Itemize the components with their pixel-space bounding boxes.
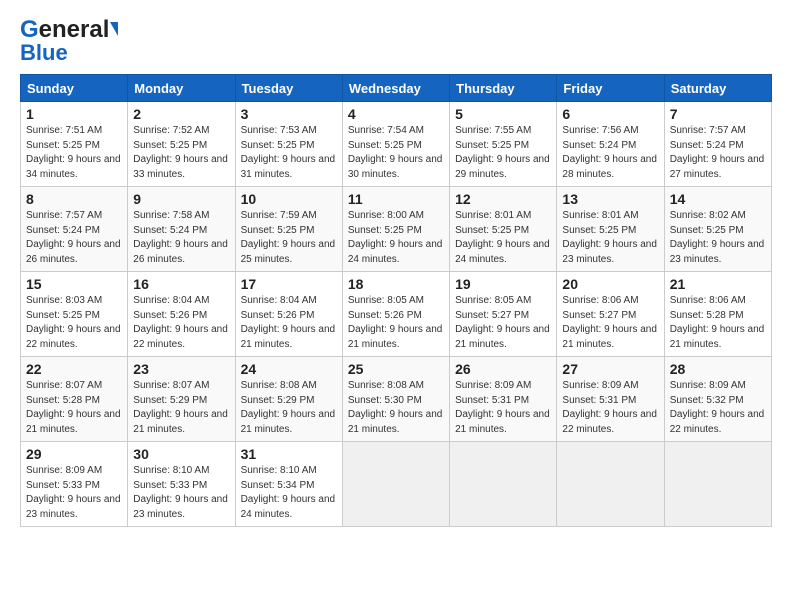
calendar-day: 30Sunrise: 8:10 AMSunset: 5:33 PMDayligh… bbox=[128, 442, 235, 527]
calendar-day: 4Sunrise: 7:54 AMSunset: 5:25 PMDaylight… bbox=[342, 102, 449, 187]
calendar-day bbox=[557, 442, 664, 527]
calendar-day: 17Sunrise: 8:04 AMSunset: 5:26 PMDayligh… bbox=[235, 272, 342, 357]
header-cell-sunday: Sunday bbox=[21, 75, 128, 102]
calendar-day: 25Sunrise: 8:08 AMSunset: 5:30 PMDayligh… bbox=[342, 357, 449, 442]
calendar-day: 1Sunrise: 7:51 AMSunset: 5:25 PMDaylight… bbox=[21, 102, 128, 187]
calendar-day: 7Sunrise: 7:57 AMSunset: 5:24 PMDaylight… bbox=[664, 102, 771, 187]
header-cell-saturday: Saturday bbox=[664, 75, 771, 102]
calendar-day: 14Sunrise: 8:02 AMSunset: 5:25 PMDayligh… bbox=[664, 187, 771, 272]
calendar-day: 18Sunrise: 8:05 AMSunset: 5:26 PMDayligh… bbox=[342, 272, 449, 357]
calendar-day: 29Sunrise: 8:09 AMSunset: 5:33 PMDayligh… bbox=[21, 442, 128, 527]
calendar-day: 5Sunrise: 7:55 AMSunset: 5:25 PMDaylight… bbox=[450, 102, 557, 187]
calendar-header-row: SundayMondayTuesdayWednesdayThursdayFrid… bbox=[21, 75, 772, 102]
calendar-day: 22Sunrise: 8:07 AMSunset: 5:28 PMDayligh… bbox=[21, 357, 128, 442]
calendar-week-row: 1Sunrise: 7:51 AMSunset: 5:25 PMDaylight… bbox=[21, 102, 772, 187]
logo: General Blue bbox=[20, 16, 118, 66]
calendar-day: 21Sunrise: 8:06 AMSunset: 5:28 PMDayligh… bbox=[664, 272, 771, 357]
header-cell-monday: Monday bbox=[128, 75, 235, 102]
calendar-day: 2Sunrise: 7:52 AMSunset: 5:25 PMDaylight… bbox=[128, 102, 235, 187]
calendar-day: 31Sunrise: 8:10 AMSunset: 5:34 PMDayligh… bbox=[235, 442, 342, 527]
calendar-day: 24Sunrise: 8:08 AMSunset: 5:29 PMDayligh… bbox=[235, 357, 342, 442]
calendar-day: 27Sunrise: 8:09 AMSunset: 5:31 PMDayligh… bbox=[557, 357, 664, 442]
calendar-day bbox=[664, 442, 771, 527]
calendar-day: 26Sunrise: 8:09 AMSunset: 5:31 PMDayligh… bbox=[450, 357, 557, 442]
calendar-week-row: 22Sunrise: 8:07 AMSunset: 5:28 PMDayligh… bbox=[21, 357, 772, 442]
calendar-day: 23Sunrise: 8:07 AMSunset: 5:29 PMDayligh… bbox=[128, 357, 235, 442]
calendar-day: 13Sunrise: 8:01 AMSunset: 5:25 PMDayligh… bbox=[557, 187, 664, 272]
calendar-day: 9Sunrise: 7:58 AMSunset: 5:24 PMDaylight… bbox=[128, 187, 235, 272]
logo-blue-text: Blue bbox=[20, 40, 68, 66]
calendar-day: 6Sunrise: 7:56 AMSunset: 5:24 PMDaylight… bbox=[557, 102, 664, 187]
calendar-day: 20Sunrise: 8:06 AMSunset: 5:27 PMDayligh… bbox=[557, 272, 664, 357]
calendar-day bbox=[342, 442, 449, 527]
header-cell-thursday: Thursday bbox=[450, 75, 557, 102]
calendar-day: 15Sunrise: 8:03 AMSunset: 5:25 PMDayligh… bbox=[21, 272, 128, 357]
calendar-day bbox=[450, 442, 557, 527]
calendar-day: 10Sunrise: 7:59 AMSunset: 5:25 PMDayligh… bbox=[235, 187, 342, 272]
header-cell-tuesday: Tuesday bbox=[235, 75, 342, 102]
calendar-week-row: 8Sunrise: 7:57 AMSunset: 5:24 PMDaylight… bbox=[21, 187, 772, 272]
calendar-day: 12Sunrise: 8:01 AMSunset: 5:25 PMDayligh… bbox=[450, 187, 557, 272]
calendar-day: 11Sunrise: 8:00 AMSunset: 5:25 PMDayligh… bbox=[342, 187, 449, 272]
calendar-day: 3Sunrise: 7:53 AMSunset: 5:25 PMDaylight… bbox=[235, 102, 342, 187]
header-cell-friday: Friday bbox=[557, 75, 664, 102]
calendar-week-row: 15Sunrise: 8:03 AMSunset: 5:25 PMDayligh… bbox=[21, 272, 772, 357]
calendar-table: SundayMondayTuesdayWednesdayThursdayFrid… bbox=[20, 74, 772, 527]
calendar-day: 28Sunrise: 8:09 AMSunset: 5:32 PMDayligh… bbox=[664, 357, 771, 442]
calendar-day: 16Sunrise: 8:04 AMSunset: 5:26 PMDayligh… bbox=[128, 272, 235, 357]
header-cell-wednesday: Wednesday bbox=[342, 75, 449, 102]
calendar-week-row: 29Sunrise: 8:09 AMSunset: 5:33 PMDayligh… bbox=[21, 442, 772, 527]
calendar-day: 19Sunrise: 8:05 AMSunset: 5:27 PMDayligh… bbox=[450, 272, 557, 357]
calendar-day: 8Sunrise: 7:57 AMSunset: 5:24 PMDaylight… bbox=[21, 187, 128, 272]
calendar-body: 1Sunrise: 7:51 AMSunset: 5:25 PMDaylight… bbox=[21, 102, 772, 527]
page-header: General Blue bbox=[20, 16, 772, 66]
